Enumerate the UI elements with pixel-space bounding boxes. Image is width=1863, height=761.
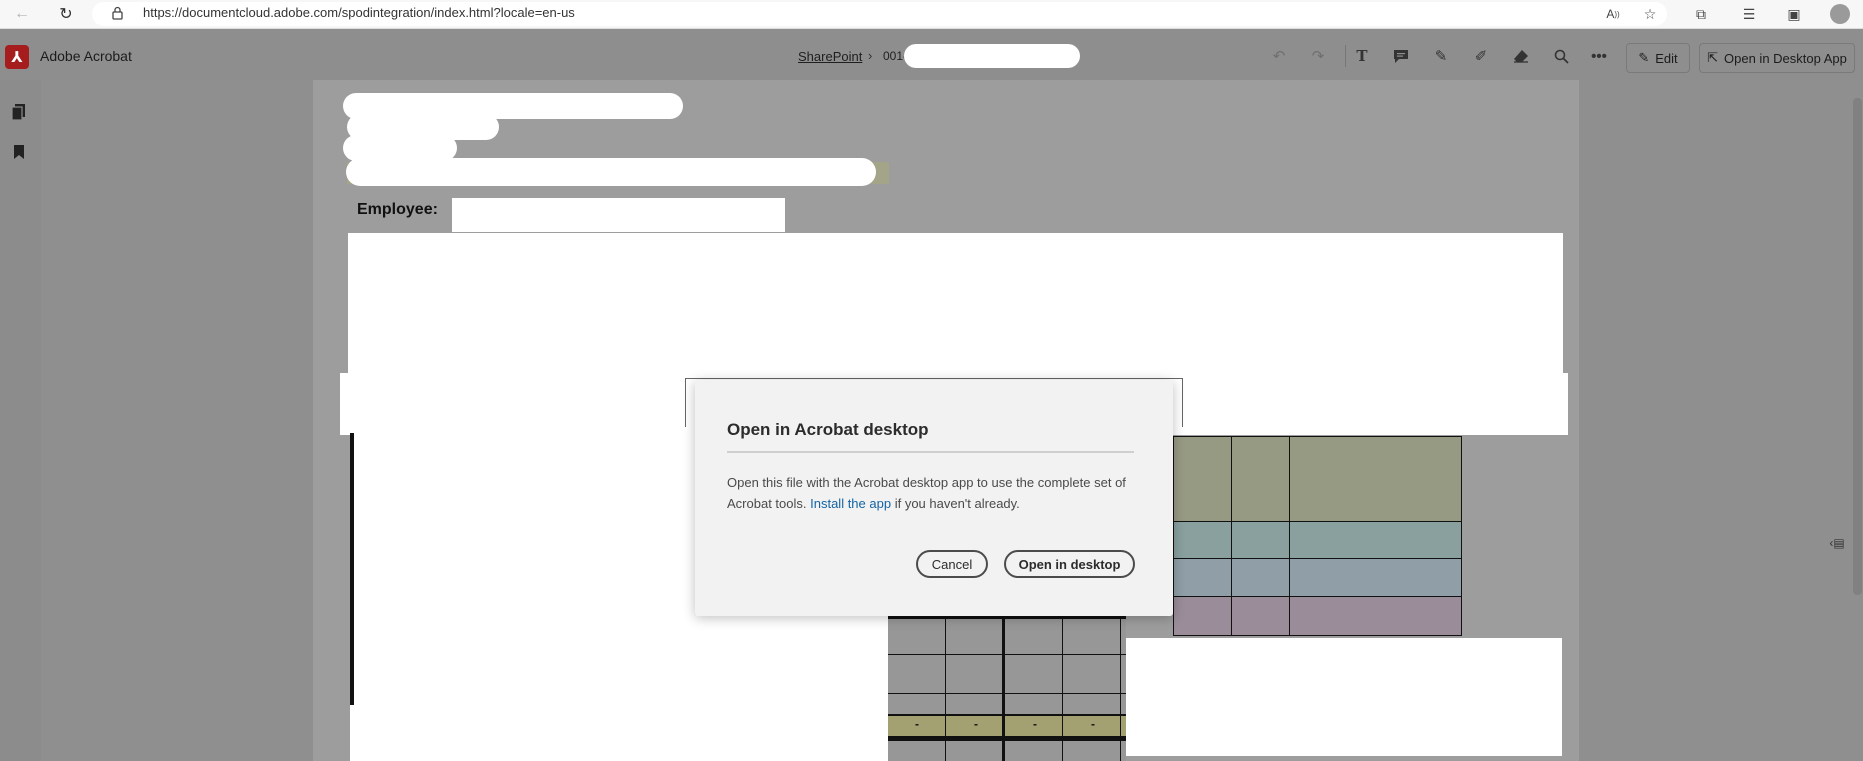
redacted-block [346, 158, 876, 186]
scrollbar-thumb[interactable] [1853, 98, 1862, 595]
table-border [888, 693, 1126, 694]
edit-button-label: Edit [1655, 50, 1678, 66]
visible-table-region [1173, 436, 1462, 636]
dialog-title: Open in Acrobat desktop [727, 420, 929, 439]
table-border [945, 616, 946, 761]
toolbar-divider [1345, 45, 1346, 67]
draw-icon[interactable]: ✐ [1468, 43, 1494, 69]
table-cell [1173, 436, 1232, 522]
install-app-link[interactable]: Install the app [810, 496, 891, 511]
open-in-desktop-button[interactable]: Open in desktop [1004, 550, 1135, 578]
open-in-desktop-app-button[interactable]: ⇱ Open in Desktop App [1699, 43, 1855, 73]
favorites-add-icon[interactable]: ☆ [1639, 4, 1661, 24]
employee-label: Employee: [357, 201, 438, 218]
app-title: Adobe Acrobat [40, 48, 132, 64]
more-options-icon[interactable]: ••• [1586, 43, 1612, 69]
dialog-body-suffix: if you haven't already. [894, 496, 1020, 511]
table-border [1002, 616, 1005, 761]
bookmarks-panel-icon[interactable] [8, 141, 30, 163]
table-cell [1289, 521, 1462, 559]
read-aloud-icon[interactable]: A)) [1602, 4, 1624, 24]
left-rail [0, 80, 41, 761]
table-cell [1289, 596, 1462, 636]
eraser-icon[interactable] [1508, 43, 1534, 69]
table-border [1062, 616, 1063, 761]
pages-panel-icon[interactable] [8, 101, 30, 123]
redacted-area [1124, 638, 1562, 756]
url-text[interactable]: https://documentcloud.adobe.com/spodinte… [143, 5, 575, 20]
lock-icon[interactable] [112, 6, 123, 20]
table-cell [1289, 436, 1462, 522]
table-cell [1231, 596, 1290, 636]
acrobat-logo-icon: ⅄ [5, 45, 29, 69]
table-cell [1173, 558, 1232, 597]
dialog-divider [727, 451, 1134, 453]
comments-panel-toggle[interactable]: ‹▤ [1822, 530, 1852, 556]
table-cell [1231, 436, 1290, 522]
table-cell [1231, 521, 1290, 559]
table-cell [1289, 558, 1462, 597]
collections-icon[interactable]: ▣ [1783, 4, 1805, 24]
redacted-employee-name [452, 198, 785, 232]
open-in-desktop-app-label: Open in Desktop App [1724, 50, 1847, 66]
highlight-icon[interactable]: ✎ [1428, 43, 1454, 69]
edit-button[interactable]: ✎ Edit [1626, 43, 1690, 73]
dialog-body: Open this file with the Acrobat desktop … [727, 472, 1147, 514]
cancel-button[interactable]: Cancel [916, 550, 988, 578]
open-external-icon: ⇱ [1707, 50, 1719, 65]
redacted-filename [904, 44, 1080, 68]
undo-icon[interactable]: ↶ [1266, 43, 1292, 69]
table-border [350, 433, 354, 705]
table-border [888, 736, 1126, 741]
comment-icon[interactable] [1388, 43, 1414, 69]
profile-icon[interactable] [1830, 4, 1850, 24]
breadcrumb-sharepoint[interactable]: SharePoint [798, 49, 862, 64]
back-icon[interactable]: ← [9, 2, 35, 26]
edit-icon: ✎ [1638, 50, 1650, 65]
extensions-icon[interactable]: ⧉ [1690, 4, 1712, 24]
table-border [888, 616, 1126, 619]
table-cell [1173, 596, 1232, 636]
search-icon[interactable] [1548, 43, 1574, 69]
cell-dash: - [1033, 717, 1037, 731]
breadcrumb-separator: › [868, 48, 873, 63]
table-cell [1231, 558, 1290, 597]
table-border [1120, 616, 1121, 761]
visible-table-region: - - - - [888, 616, 1126, 761]
cell-dash: - [974, 717, 978, 731]
refresh-icon[interactable]: ↻ [53, 2, 79, 26]
table-cell [1173, 521, 1232, 559]
cell-dash: - [915, 717, 919, 731]
redo-icon[interactable]: ↷ [1305, 43, 1331, 69]
table-border [888, 654, 1126, 655]
add-text-icon[interactable]: T [1349, 43, 1375, 69]
cell-dash: - [1091, 717, 1095, 731]
favorites-icon[interactable]: ☰ [1738, 4, 1760, 24]
